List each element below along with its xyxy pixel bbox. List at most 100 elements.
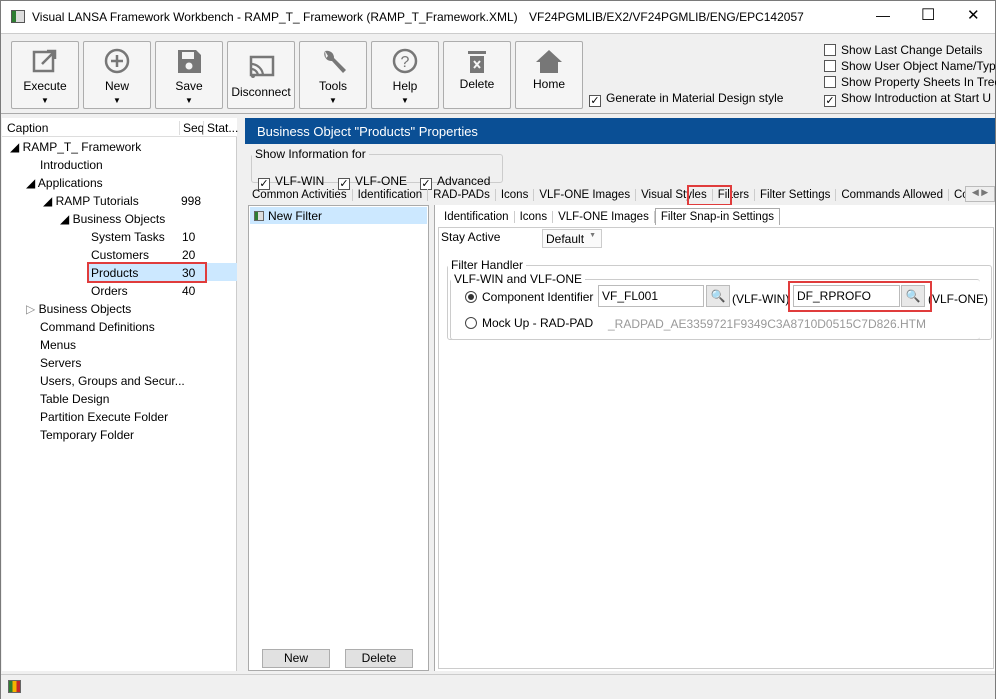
search-win-button[interactable]: 🔍	[706, 285, 730, 307]
tools-label: Tools	[318, 79, 347, 93]
vlf-win-label: (VLF-WIN)	[732, 292, 790, 306]
tab-scroll-arrows[interactable]: ◀ ▶	[965, 186, 995, 202]
option-last-change[interactable]: Show Last Change Details	[824, 43, 982, 57]
magnifier-icon: 🔍	[710, 289, 726, 303]
advanced-checkbox[interactable]: ✓ Advanced	[420, 174, 490, 190]
tree-item-applications[interactable]: ◢ Applications	[26, 176, 103, 190]
property-tabs: Common Activities Identification RAD-PADs I…	[247, 189, 965, 201]
stay-active-label: Stay Active	[441, 230, 501, 244]
tab-filter-settings[interactable]: Filter Settings	[755, 189, 837, 201]
dropdown-arrow-icon: ▼	[113, 96, 121, 105]
group-label: Filter Handler	[451, 258, 524, 272]
tree-item-orders[interactable]: Orders 40	[91, 284, 237, 298]
vlf-one-label: (VLF-ONE)	[928, 292, 988, 306]
subtab-vlf-one-images[interactable]: VLF-ONE Images	[553, 211, 655, 223]
disconnect-button[interactable]: Disconnect	[227, 41, 295, 109]
tree-item-business-objects-root[interactable]: ▷ Business Objects	[26, 302, 131, 316]
new-button[interactable]: New ▼	[83, 41, 151, 109]
tree-item-introduction[interactable]: Introduction	[40, 158, 103, 172]
stay-active-dropdown[interactable]: Default ▼	[542, 229, 602, 248]
home-button[interactable]: Home	[515, 41, 583, 109]
tab-icons[interactable]: Icons	[495, 189, 535, 201]
tree-item-partition-execute[interactable]: Partition Execute Folder	[40, 410, 168, 424]
delete-filter-button[interactable]: Delete	[345, 649, 413, 668]
option-label: Show Property Sheets In Tree	[841, 75, 996, 89]
minimize-button[interactable]: —	[876, 7, 890, 23]
tree-item-table-design[interactable]: Table Design	[40, 392, 109, 406]
tree-item-menus[interactable]: Menus	[40, 338, 76, 352]
tree-item-users-groups[interactable]: Users, Groups and Secur...	[40, 374, 185, 388]
checkbox[interactable]: ✓	[824, 95, 836, 107]
mockup-radio[interactable]: Mock Up - RAD-PAD	[465, 316, 593, 330]
snap-in-panel: Stay Active Default ▼ Filter Handler VLF-…	[438, 227, 994, 669]
tree-item-servers[interactable]: Servers	[40, 356, 81, 370]
tools-button[interactable]: Tools ▼	[299, 41, 367, 109]
save-button[interactable]: Save ▼	[155, 41, 223, 109]
window-title: Visual LANSA Framework Workbench - RAMP_…	[32, 10, 518, 24]
delete-label: Delete	[459, 77, 495, 91]
save-label: Save	[175, 79, 203, 93]
checkbox[interactable]	[824, 44, 836, 56]
tree-item-temporary-folder[interactable]: Temporary Folder	[40, 428, 134, 442]
highlight-box	[788, 281, 932, 312]
vlf-win-checkbox[interactable]: ✓ VLF-WIN	[258, 174, 324, 190]
dropdown-arrow-icon: ▼	[401, 96, 409, 105]
tab-rad-pads[interactable]: RAD-PADs	[428, 189, 496, 201]
highlight-box	[87, 262, 207, 283]
tab-command[interactable]: Command	[948, 189, 965, 201]
tree-item-business-objects[interactable]: ◢ Business Objects	[60, 212, 165, 226]
cast-icon	[249, 55, 275, 78]
tab-commands-allowed[interactable]: Commands Allowed	[836, 189, 949, 201]
vlf-win-component-field[interactable]: VF_FL001	[598, 285, 704, 307]
tree-header: Caption Seq Stat...	[2, 118, 238, 137]
option-user-object-name[interactable]: Show User Object Name/Typ	[824, 59, 996, 73]
home-label: Home	[532, 77, 565, 91]
help-label: Help	[392, 79, 418, 93]
trash-icon	[468, 51, 486, 73]
vlf-one-checkbox[interactable]: ✓ VLF-ONE	[338, 174, 407, 190]
new-filter-button[interactable]: New	[262, 649, 330, 668]
execute-button[interactable]: Execute ▼	[11, 41, 79, 109]
tab-identification[interactable]: Identification	[352, 189, 429, 201]
checkbox[interactable]: ✓	[589, 95, 601, 107]
tree-item-command-definitions[interactable]: Command Definitions	[40, 320, 155, 334]
option-show-introduction[interactable]: ✓ Show Introduction at Start U	[824, 91, 991, 107]
tree-item-framework[interactable]: ◢ RAMP_T_ Framework	[10, 140, 141, 154]
material-design-label: Generate in Material Design style	[606, 91, 784, 105]
tab-vlf-one-images[interactable]: VLF-ONE Images	[534, 189, 637, 201]
mockup-value: _RADPAD_AE3359721F9349C3A8710D0515C7D826…	[608, 317, 926, 331]
properties-header: Business Object "Products" Properties	[245, 118, 995, 144]
help-icon: ?	[392, 48, 418, 74]
component-identifier-radio[interactable]: Component Identifier	[465, 290, 593, 304]
material-design-checkbox[interactable]: ✓ Generate in Material Design style	[589, 91, 783, 107]
disconnect-label: Disconnect	[231, 85, 291, 99]
highlight-box	[687, 185, 732, 206]
dropdown-arrow-icon: ▼	[185, 96, 193, 105]
status-column-header[interactable]: Stat...	[203, 121, 238, 135]
show-information-group: Show Information for ✓ VLF-WIN ✓ VLF-ONE ✓…	[251, 147, 503, 190]
window-path: VF24PGMLIB/EX2/VF24PGMLIB/ENG/EPC142057	[529, 10, 804, 24]
tab-common-activities[interactable]: Common Activities	[247, 189, 353, 201]
subtab-filter-snap-in[interactable]: Filter Snap-in Settings	[654, 208, 780, 225]
option-property-sheets[interactable]: Show Property Sheets In Tree	[824, 75, 996, 89]
delete-button[interactable]: Delete	[443, 41, 511, 109]
checkbox[interactable]	[824, 76, 836, 88]
tree-item-ramp-tutorials[interactable]: ◢ RAMP Tutorials 998	[43, 194, 237, 208]
filter-item[interactable]: New Filter	[250, 207, 427, 224]
tree-item-customers[interactable]: Customers 20	[91, 248, 237, 262]
tree-item-system-tasks[interactable]: System Tasks 10	[91, 230, 237, 244]
divider	[1, 113, 995, 114]
status-bar	[1, 674, 995, 699]
subtab-icons[interactable]: Icons	[514, 211, 554, 223]
close-button[interactable]: ✕	[967, 6, 980, 24]
caption-column-header[interactable]: Caption	[7, 121, 48, 135]
wrench-icon	[324, 50, 346, 73]
filter-details: Identification Icons VLF-ONE Images Filter …	[434, 205, 995, 671]
checkbox[interactable]	[824, 60, 836, 72]
help-button[interactable]: ? Help ▼	[371, 41, 439, 109]
maximize-button[interactable]: ☐	[921, 5, 935, 25]
framework-tree[interactable]: Caption Seq Stat... ◢ RAMP_T_ Framework …	[2, 118, 238, 671]
seq-column-header[interactable]: Seq	[179, 121, 204, 135]
subtab-identification[interactable]: Identification	[439, 211, 515, 223]
filter-list[interactable]: New Filter New Delete	[248, 205, 429, 671]
